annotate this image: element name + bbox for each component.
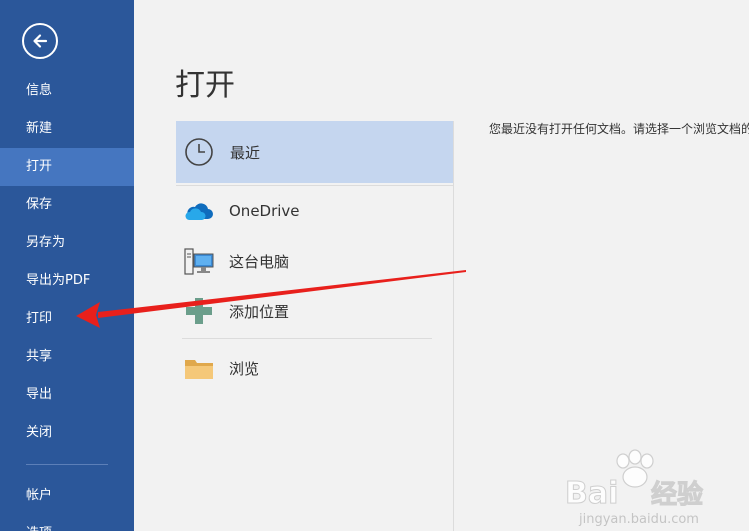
svg-text:jingyan.baidu.com: jingyan.baidu.com (578, 512, 699, 527)
nav-divider (26, 464, 108, 465)
location-label: 最近 (230, 143, 261, 162)
backstage-nav: 信息 新建 打开 保存 另存为 导出为PDF 打印 共享 导出 关闭 帐户 选项 (0, 72, 134, 531)
clock-icon (185, 138, 213, 166)
location-browse[interactable]: 浏览 (176, 348, 453, 388)
locations-divider (182, 338, 432, 339)
location-recent[interactable]: 最近 (176, 121, 453, 183)
baidu-watermark-logo: Bai 经验 jingyan.baidu.com (565, 449, 704, 527)
locations-divider (176, 185, 453, 186)
nav-item-save[interactable]: 保存 (0, 186, 134, 224)
nav-item-export[interactable]: 导出 (0, 376, 134, 414)
backstage-sidebar: 信息 新建 打开 保存 另存为 导出为PDF 打印 共享 导出 关闭 帐户 选项 (0, 0, 134, 531)
back-button[interactable] (22, 23, 58, 59)
computer-icon (184, 248, 214, 275)
nav-item-save-as[interactable]: 另存为 (0, 224, 134, 262)
nav-item-close[interactable]: 关闭 (0, 414, 134, 452)
location-this-pc[interactable]: 这台电脑 (176, 241, 453, 281)
plus-icon (186, 298, 212, 324)
empty-recent-message: 您最近没有打开任何文档。请选择一个浏览文档的位置 (489, 122, 749, 136)
svg-text:经验: 经验 (651, 479, 703, 510)
svg-text:Bai: Bai (565, 476, 618, 511)
location-label: 添加位置 (229, 302, 290, 321)
nav-item-open[interactable]: 打开 (0, 148, 134, 186)
nav-item-new[interactable]: 新建 (0, 110, 134, 148)
folder-icon (185, 360, 213, 379)
open-locations-list: 最近 OneDrive 这台电脑 添加位置 浏览 (176, 121, 454, 531)
nav-item-share[interactable]: 共享 (0, 338, 134, 376)
cloud-icon (185, 203, 213, 220)
nav-item-options[interactable]: 选项 (0, 515, 134, 531)
nav-item-print[interactable]: 打印 (0, 300, 134, 338)
nav-item-info[interactable]: 信息 (0, 72, 134, 110)
location-label: OneDrive (229, 202, 300, 220)
location-add-place[interactable]: 添加位置 (176, 291, 453, 331)
location-onedrive[interactable]: OneDrive (176, 191, 453, 231)
location-label: 浏览 (229, 359, 260, 378)
location-label: 这台电脑 (229, 252, 290, 271)
nav-item-export-pdf[interactable]: 导出为PDF (0, 262, 134, 300)
arrow-left-icon (33, 34, 48, 48)
page-title: 打开 (175, 68, 235, 103)
nav-item-account[interactable]: 帐户 (0, 477, 134, 515)
